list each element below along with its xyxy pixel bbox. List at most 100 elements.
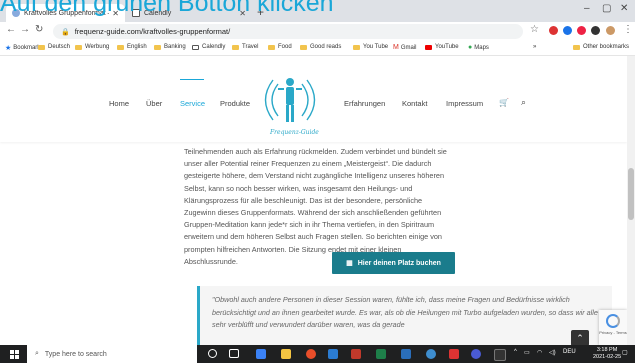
app-icon[interactable] xyxy=(494,349,506,361)
language-indicator[interactable]: DEU xyxy=(563,349,576,355)
nav-erfahrungen[interactable]: Erfahrungen xyxy=(344,99,385,108)
nav-home[interactable]: Home xyxy=(109,99,129,108)
cortana-icon[interactable] xyxy=(208,349,217,358)
youtube-icon xyxy=(425,44,432,50)
scroll-to-top-button[interactable]: ⌃ xyxy=(571,330,589,345)
maximize-icon[interactable]: ▢ xyxy=(602,3,611,14)
folder-icon xyxy=(154,44,161,50)
active-nav-indicator xyxy=(180,79,204,80)
task-view-icon[interactable] xyxy=(229,349,239,358)
avatar[interactable] xyxy=(606,26,615,35)
other-bookmarks[interactable]: Other bookmarks xyxy=(573,44,629,50)
minimize-icon[interactable]: – xyxy=(584,3,590,14)
file-explorer-icon[interactable] xyxy=(281,349,291,359)
app-icon[interactable] xyxy=(351,349,361,359)
search-placeholder: Type here to search xyxy=(44,350,107,358)
book-place-button[interactable]: ▦ Hier deinen Platz buchen xyxy=(332,252,455,274)
folder-icon xyxy=(117,44,124,50)
bookmark-item[interactable]: Deutsch xyxy=(38,44,70,50)
clock[interactable]: 3:18 PM 2021-02-25 xyxy=(593,347,621,361)
nav-produkte[interactable]: Produkte xyxy=(220,99,250,108)
bookmark-item[interactable]: M Gmail xyxy=(393,44,417,51)
bookmark-item[interactable]: You Tube xyxy=(353,44,388,50)
site-navigation: Home Über Service Produkte Frequenz-Guid… xyxy=(0,56,627,142)
recaptcha-badge[interactable]: Privacy - Terms xyxy=(599,310,627,345)
frequenz-guide-logo[interactable] xyxy=(258,70,322,134)
testimonial-quote: "Obwohl auch andere Personen in dieser S… xyxy=(197,286,612,345)
calendar-icon: ▦ xyxy=(346,260,353,267)
star-icon: ★ xyxy=(5,45,12,52)
clock-date: 2021-02-25 xyxy=(593,354,622,360)
folder-icon xyxy=(75,44,82,50)
forward-icon[interactable]: → xyxy=(20,24,30,35)
book-place-label: Hier deinen Platz buchen xyxy=(357,259,441,267)
bookmark-item[interactable]: Banking xyxy=(154,44,186,50)
excel-icon[interactable] xyxy=(376,349,386,359)
bookmark-item[interactable]: Food xyxy=(268,44,292,50)
app-icon[interactable] xyxy=(471,349,481,359)
more-bookmarks-icon[interactable]: » xyxy=(533,44,536,50)
bookmark-star-icon[interactable]: ☆ xyxy=(530,24,539,35)
cart-icon[interactable]: 🛒 xyxy=(499,98,509,107)
extension-icon[interactable] xyxy=(563,26,572,35)
network-icon[interactable]: ▭ xyxy=(524,349,530,356)
testimonial-text: "Obwohl auch andere Personen in dieser S… xyxy=(212,295,598,329)
windows-taskbar: ⌕ Type here to search ^ ▭ ◠ ◁) DEU 3:18 … xyxy=(0,345,635,363)
address-bar: ← → ↻ 🔒 frequenz-guide.com/kraftvolles-g… xyxy=(0,22,635,41)
extension-icon[interactable] xyxy=(577,26,586,35)
overlay-heading: Auf den grünen Botton klicken xyxy=(0,0,334,17)
notifications-icon[interactable]: ▢ xyxy=(622,349,628,356)
extension-icon[interactable] xyxy=(591,26,600,35)
word-icon[interactable] xyxy=(328,349,338,359)
scrollbar-thumb[interactable] xyxy=(628,168,634,220)
app-icon[interactable] xyxy=(426,349,436,359)
maps-icon: ● xyxy=(468,44,473,51)
gmail-icon: M xyxy=(393,44,399,51)
wifi-icon[interactable]: ◠ xyxy=(537,349,542,356)
search-icon: ⌕ xyxy=(35,350,39,357)
recaptcha-icon xyxy=(606,314,620,328)
volume-icon[interactable]: ◁) xyxy=(549,349,556,356)
outlook-icon[interactable] xyxy=(401,349,411,359)
bookmarks-bar: ★ Bookmarks Deutsch Werbung English Banki… xyxy=(0,41,635,56)
logo-text: Frequenz-Guide xyxy=(270,129,319,136)
back-icon[interactable]: ← xyxy=(6,24,16,35)
edge-icon[interactable] xyxy=(256,349,266,359)
nav-service[interactable]: Service xyxy=(180,99,205,108)
web-page: Home Über Service Produkte Frequenz-Guid… xyxy=(0,56,627,345)
folder-icon xyxy=(268,44,275,50)
folder-icon xyxy=(300,44,307,50)
bookmark-item[interactable]: Werbung xyxy=(75,44,109,50)
bookmark-item[interactable]: Travel xyxy=(232,44,258,50)
bookmark-item[interactable]: Good reads xyxy=(300,44,341,50)
bookmark-item[interactable]: ● Maps xyxy=(468,44,489,51)
nav-impressum[interactable]: Impressum xyxy=(446,99,483,108)
content-paragraph: Teilnehmenden auch als Erfahrung rückmel… xyxy=(184,147,447,266)
url-text: frequenz-guide.com/kraftvolles-gruppenfo… xyxy=(74,27,231,36)
clock-time: 3:18 PM xyxy=(596,347,618,353)
close-window-icon[interactable]: ✕ xyxy=(620,3,628,14)
bookmark-item[interactable]: English xyxy=(117,44,147,50)
nav-ueber[interactable]: Über xyxy=(146,99,162,108)
folder-icon xyxy=(232,44,239,50)
menu-icon[interactable]: ⋮ xyxy=(623,24,633,35)
folder-icon xyxy=(38,44,45,50)
bookmark-item[interactable]: Calendly xyxy=(192,44,225,50)
taskbar-search-input[interactable]: ⌕ Type here to search xyxy=(27,345,197,363)
extension-icon[interactable] xyxy=(549,26,558,35)
url-field[interactable]: 🔒 frequenz-guide.com/kraftvolles-gruppen… xyxy=(53,24,523,39)
reload-icon[interactable]: ↻ xyxy=(35,24,43,35)
lock-icon: 🔒 xyxy=(61,28,70,36)
folder-icon xyxy=(353,44,360,50)
folder-icon xyxy=(573,44,580,50)
chevron-up-icon: ⌃ xyxy=(576,332,584,343)
tray-chevron-icon[interactable]: ^ xyxy=(514,349,517,355)
nav-kontakt[interactable]: Kontakt xyxy=(402,99,427,108)
chrome-icon[interactable] xyxy=(306,349,316,359)
content-section: Teilnehmenden auch als Erfahrung rückmel… xyxy=(184,146,454,268)
page-scrollbar[interactable] xyxy=(627,56,635,345)
app-icon[interactable] xyxy=(449,349,459,359)
bookmark-item[interactable]: YouTube xyxy=(425,44,459,50)
windows-icon[interactable] xyxy=(10,350,19,359)
search-icon[interactable]: ⌕ xyxy=(521,97,526,108)
